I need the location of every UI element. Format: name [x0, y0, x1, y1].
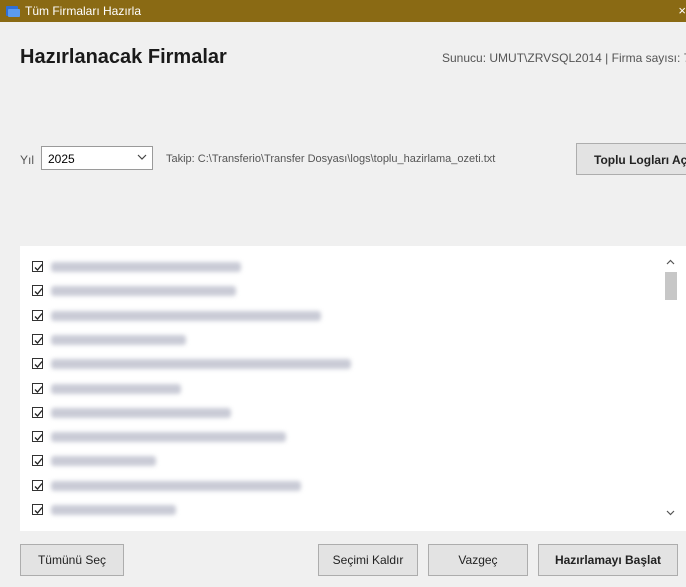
clear-selection-button[interactable]: Seçimi Kaldır [318, 544, 418, 576]
firm-list-item[interactable] [20, 329, 660, 352]
checkbox[interactable] [32, 285, 43, 297]
close-icon[interactable]: × [678, 3, 686, 18]
firm-list-item[interactable] [20, 499, 660, 522]
firm-list-item[interactable] [20, 305, 660, 328]
checkbox[interactable] [32, 455, 43, 467]
check-icon [34, 409, 43, 417]
firm-list-item[interactable] [20, 378, 660, 401]
firm-name-redacted [51, 359, 351, 370]
firm-list-item[interactable] [20, 426, 660, 449]
scrollbar-thumb[interactable] [665, 272, 677, 300]
year-value: 2025 [48, 152, 75, 166]
firm-name-redacted [51, 407, 231, 418]
window-title: Tüm Firmaları Hazırla [25, 4, 142, 18]
check-icon [34, 336, 43, 344]
firm-list-item[interactable] [20, 280, 660, 303]
check-icon [34, 482, 43, 490]
firm-name-redacted [51, 262, 241, 272]
server-info: Sunucu: UMUT\ZRVSQL2014 | Firma sayısı: … [442, 51, 686, 65]
firm-list-item[interactable] [20, 475, 660, 498]
firm-name-redacted [51, 334, 186, 345]
scroll-down-icon[interactable] [665, 507, 676, 518]
page-title: Hazırlanacak Firmalar [20, 46, 227, 68]
firm-name-redacted [51, 432, 286, 443]
app-icon [6, 6, 20, 17]
firm-list-item[interactable] [20, 256, 660, 279]
checkbox[interactable] [32, 382, 43, 394]
check-icon [34, 288, 43, 296]
firm-name-redacted [51, 480, 301, 491]
check-icon [34, 507, 43, 514]
scroll-up-icon[interactable] [665, 257, 676, 268]
checkbox[interactable] [32, 406, 43, 418]
checkbox[interactable] [32, 358, 43, 370]
window-titlebar: Tüm Firmaları Hazırla × [0, 0, 686, 22]
checkbox[interactable] [32, 504, 43, 515]
check-icon [34, 458, 43, 466]
check-icon [34, 385, 43, 393]
open-logs-button[interactable]: Toplu Logları Aç [576, 143, 686, 175]
check-icon [34, 264, 43, 271]
checkbox[interactable] [32, 333, 43, 345]
cancel-button[interactable]: Vazgeç [428, 544, 528, 576]
check-icon [34, 361, 43, 369]
checkbox[interactable] [32, 309, 43, 321]
checkbox[interactable] [32, 431, 43, 443]
chevron-down-icon [137, 154, 147, 160]
log-path-text: Takip: C:\Transferio\Transfer Dosyası\lo… [166, 153, 496, 165]
firm-list[interactable] [20, 246, 686, 531]
firm-name-redacted [51, 456, 156, 467]
firm-name-redacted [51, 383, 181, 394]
firm-list-item[interactable] [20, 402, 660, 425]
start-preparation-button[interactable]: Hazırlamayı Başlat [538, 544, 678, 576]
list-scrollbar[interactable] [662, 254, 679, 522]
firm-list-item[interactable] [20, 353, 660, 376]
year-select[interactable]: 2025 [41, 146, 153, 170]
select-all-button[interactable]: Tümünü Seç [20, 544, 124, 576]
firm-name-redacted [51, 286, 236, 297]
firm-list-item[interactable] [20, 450, 660, 473]
check-icon [34, 434, 43, 442]
firm-name-redacted [51, 310, 321, 321]
year-label: Yıl [20, 153, 35, 167]
firm-name-redacted [51, 505, 176, 515]
checkbox[interactable] [32, 261, 43, 272]
check-icon [34, 312, 43, 320]
checkbox[interactable] [32, 479, 43, 491]
